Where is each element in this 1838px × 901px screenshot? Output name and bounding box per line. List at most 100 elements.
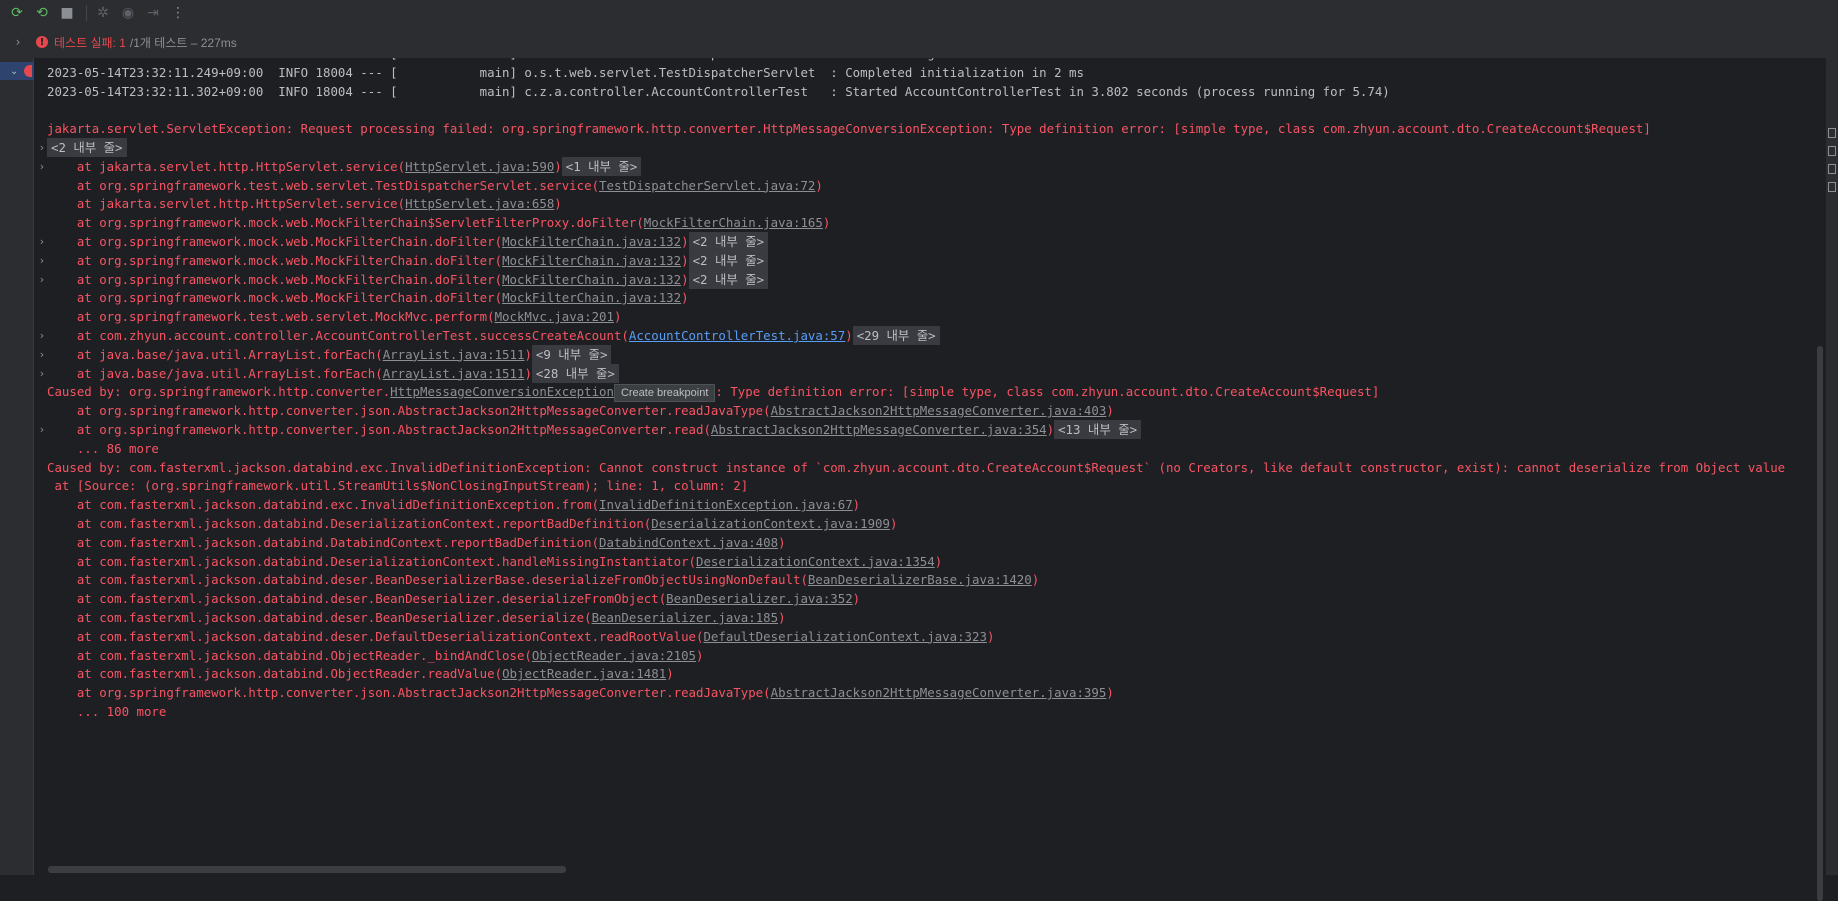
internal-lines-badge[interactable]: <9 내부 줄> bbox=[531, 344, 612, 364]
stack-frame-link[interactable]: AbstractJackson2HttpMessageConverter.jav… bbox=[771, 403, 1107, 418]
stack-frame-link[interactable]: MockFilterChain.java:132 bbox=[502, 272, 681, 287]
log-text: at [Source: (org.springframework.util.St… bbox=[47, 478, 749, 494]
error-icon: ! bbox=[36, 36, 48, 48]
log-text: at org.springframework.mock.web.MockFilt… bbox=[47, 215, 644, 231]
log-text: at com.fasterxml.jackson.databind.deser.… bbox=[47, 591, 667, 607]
stack-frame-link[interactable]: TestDispatcherServlet.java:72 bbox=[599, 178, 815, 193]
log-text: ) bbox=[1031, 572, 1040, 588]
log-text: at org.springframework.mock.web.MockFilt… bbox=[47, 290, 503, 306]
stack-frame-link[interactable]: DeserializationContext.java:1354 bbox=[696, 554, 935, 569]
internal-lines-badge[interactable]: <28 내부 줄> bbox=[531, 363, 619, 383]
vertical-scroll-thumb[interactable] bbox=[1817, 346, 1823, 901]
more-icon[interactable]: ⋮ bbox=[167, 2, 189, 24]
stack-frame-link[interactable]: ArrayList.java:1511 bbox=[383, 366, 525, 381]
vertical-scrollbar[interactable] bbox=[1815, 58, 1825, 901]
run-toolbar: ⟳ ⟲ ■ ✲ ◉ ⇥ ⋮ bbox=[0, 0, 1838, 26]
log-text: ) bbox=[613, 309, 622, 325]
stack-frame-link[interactable]: BeanDeserializerBase.java:1420 bbox=[808, 572, 1032, 587]
stack-frame-link[interactable]: InvalidDefinitionException.java:67 bbox=[599, 497, 853, 512]
stack-frame-link[interactable]: HttpMessageConversionException bbox=[390, 384, 614, 399]
log-text: at jakarta.servlet.http.HttpServlet.serv… bbox=[47, 196, 406, 212]
stack-frame-link[interactable]: MockFilterChain.java:165 bbox=[644, 215, 823, 230]
log-text: ) bbox=[822, 215, 831, 231]
stack-frame-link[interactable]: BeanDeserializer.java:352 bbox=[666, 591, 853, 606]
log-text: ) bbox=[1046, 422, 1055, 437]
horizontal-scroll-thumb[interactable] bbox=[48, 866, 566, 873]
log-text: ) bbox=[554, 196, 562, 212]
stack-frame-link[interactable]: MockMvc.java:201 bbox=[495, 309, 614, 324]
internal-lines-badge[interactable]: <2 내부 줄> bbox=[688, 250, 769, 270]
log-text: ) bbox=[681, 252, 689, 268]
log-text: ) bbox=[524, 346, 532, 362]
stack-frame-link[interactable]: DatabindContext.java:408 bbox=[599, 535, 778, 550]
log-text: ) bbox=[934, 553, 943, 569]
screenshot-icon[interactable]: ◉ bbox=[117, 2, 139, 24]
test-tree-panel: ⌄ bbox=[0, 58, 34, 875]
exit-icon[interactable]: ⇥ bbox=[142, 2, 164, 24]
log-text: ) bbox=[1106, 403, 1114, 419]
log-text: at com.fasterxml.jackson.databind.Deseri… bbox=[47, 516, 652, 531]
debug-icon[interactable]: ✲ bbox=[92, 2, 114, 24]
log-text: ) bbox=[778, 534, 786, 550]
rerun-failed-icon[interactable]: ⟲ bbox=[31, 2, 53, 24]
stack-frame-link[interactable]: MockFilterChain.java:132 bbox=[502, 290, 681, 305]
internal-lines-badge[interactable]: <29 내부 줄> bbox=[852, 326, 940, 345]
stack-frame-link[interactable]: AbstractJackson2HttpMessageConverter.jav… bbox=[711, 422, 1047, 437]
tree-chevron-icon[interactable]: ⌄ bbox=[10, 66, 18, 77]
internal-lines-badge[interactable]: <1 내부 줄> bbox=[561, 156, 642, 176]
log-text: at org.springframework.http.converter.js… bbox=[47, 403, 771, 419]
internal-lines-badge[interactable]: <2 내부 줄> bbox=[688, 269, 769, 289]
stack-frame-link[interactable]: AccountControllerTest.java:57 bbox=[629, 328, 845, 343]
rerun-icon[interactable]: ⟳ bbox=[6, 2, 28, 24]
console-line-text: ... 100 more bbox=[47, 701, 167, 723]
log-text: ) bbox=[554, 158, 562, 174]
test-count-text: /1개 테스트 – 227ms bbox=[129, 35, 237, 50]
tool-window-icon[interactable] bbox=[1828, 164, 1836, 174]
stop-icon[interactable]: ■ bbox=[56, 2, 78, 24]
test-tree-row-selected[interactable]: ⌄ bbox=[0, 62, 34, 80]
log-text: ) bbox=[815, 177, 823, 193]
stack-frame-link[interactable]: DeserializationContext.java:1909 bbox=[651, 516, 890, 531]
test-status-bar: › ! 테스트 실패: 1 /1개 테스트 – 227ms bbox=[0, 26, 1838, 58]
toolbar-separator bbox=[86, 5, 87, 21]
log-text: at com.fasterxml.jackson.databind.Object… bbox=[47, 647, 532, 663]
log-text: 2023-05-14T23:32:11.249+09:00 INFO 18004… bbox=[47, 64, 1084, 80]
expand-chevron-icon[interactable]: › bbox=[0, 35, 36, 49]
stack-frame-link[interactable]: MockFilterChain.java:132 bbox=[502, 234, 681, 249]
log-text: jakarta.servlet.ServletException: Reques… bbox=[47, 121, 1651, 137]
internal-lines-badge[interactable]: <2 내부 줄> bbox=[688, 232, 769, 251]
right-tool-rail bbox=[1826, 58, 1838, 875]
stack-frame-link[interactable]: ObjectReader.java:1481 bbox=[502, 666, 666, 681]
log-text: at org.springframework.http.converter.js… bbox=[47, 685, 771, 701]
stack-frame-link[interactable]: BeanDeserializer.java:185 bbox=[592, 610, 779, 625]
console-line: ... 100 more bbox=[35, 701, 1818, 723]
fail-status-icon bbox=[24, 65, 33, 77]
log-text: Caused by: org.springframework.http.conv… bbox=[47, 384, 391, 400]
stack-frame-link[interactable]: MockFilterChain.java:132 bbox=[502, 253, 681, 268]
log-text: at com.fasterxml.jackson.databind.exc.In… bbox=[47, 497, 600, 513]
stack-frame-link[interactable]: ArrayList.java:1511 bbox=[383, 347, 525, 362]
console-output[interactable]: 2023-05-14T23:32:11.244+09:00 INFO 18004… bbox=[35, 58, 1818, 861]
log-text: ) bbox=[1106, 685, 1114, 701]
log-text: ) bbox=[681, 234, 689, 249]
log-text: at com.fasterxml.jackson.databind.Deseri… bbox=[47, 553, 697, 569]
stack-frame-link[interactable]: HttpServlet.java:590 bbox=[405, 159, 554, 174]
tool-window-icon[interactable] bbox=[1828, 146, 1836, 156]
tool-window-icon[interactable] bbox=[1828, 128, 1836, 138]
tool-window-icon[interactable] bbox=[1828, 182, 1836, 192]
stack-frame-link[interactable]: ObjectReader.java:2105 bbox=[532, 648, 696, 663]
log-text: at com.fasterxml.jackson.databind.Databi… bbox=[47, 534, 600, 550]
log-text: at org.springframework.test.web.servlet.… bbox=[47, 177, 600, 193]
log-text: at org.springframework.mock.web.MockFilt… bbox=[47, 252, 503, 268]
log-text: ... 86 more bbox=[47, 440, 159, 456]
log-text: at org.springframework.mock.web.MockFilt… bbox=[47, 271, 503, 287]
internal-lines-badge[interactable]: <13 내부 줄> bbox=[1054, 420, 1142, 439]
log-text: at com.fasterxml.jackson.databind.deser.… bbox=[47, 610, 592, 625]
log-text: at java.base/java.util.ArrayList.forEach… bbox=[47, 365, 383, 381]
internal-lines-badge[interactable]: <2 내부 줄> bbox=[47, 138, 127, 157]
log-text: ) bbox=[852, 497, 861, 513]
stack-frame-link[interactable]: AbstractJackson2HttpMessageConverter.jav… bbox=[771, 685, 1107, 700]
log-text: ... 100 more bbox=[47, 704, 167, 719]
stack-frame-link[interactable]: DefaultDeserializationContext.java:323 bbox=[703, 629, 986, 644]
stack-frame-link[interactable]: HttpServlet.java:658 bbox=[405, 196, 554, 211]
